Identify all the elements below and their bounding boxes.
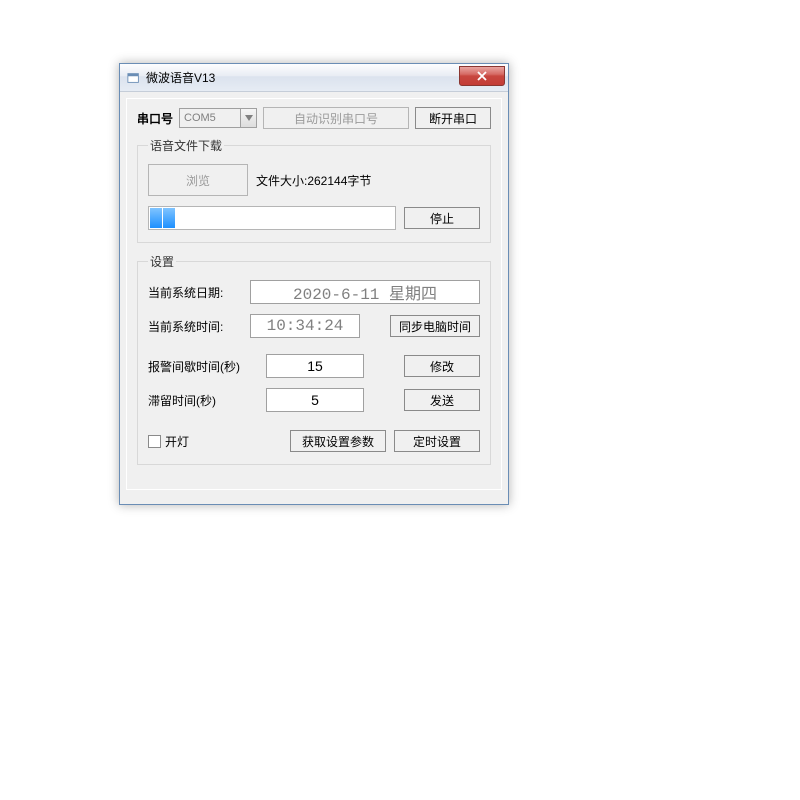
inner-panel: 串口号 COM5 自动识别串口号 断开串口 语音文件下载 浏览 文件大小:262… bbox=[126, 98, 502, 490]
settings-legend: 设置 bbox=[148, 253, 176, 270]
app-window: 微波语音V13 串口号 COM5 自动识别串口号 断开串口 语音文件下载 bbox=[119, 63, 509, 505]
modify-button[interactable]: 修改 bbox=[404, 355, 480, 377]
titlebar[interactable]: 微波语音V13 bbox=[120, 64, 508, 92]
chevron-down-icon bbox=[240, 109, 256, 127]
progress-chunk bbox=[150, 208, 162, 228]
download-progress bbox=[148, 206, 396, 230]
window-title: 微波语音V13 bbox=[146, 69, 215, 86]
browse-button: 浏览 bbox=[148, 164, 248, 196]
timer-settings-button[interactable]: 定时设置 bbox=[394, 430, 480, 452]
light-checkbox[interactable]: 开灯 bbox=[148, 433, 189, 450]
progress-chunk bbox=[163, 208, 175, 228]
send-button[interactable]: 发送 bbox=[404, 389, 480, 411]
serial-row: 串口号 COM5 自动识别串口号 断开串口 bbox=[137, 107, 491, 129]
serial-port-combo[interactable]: COM5 bbox=[179, 108, 257, 128]
get-params-button[interactable]: 获取设置参数 bbox=[290, 430, 386, 452]
sysdate-label: 当前系统日期: bbox=[148, 284, 242, 301]
stop-button[interactable]: 停止 bbox=[404, 207, 480, 229]
disconnect-button[interactable]: 断开串口 bbox=[415, 107, 491, 129]
app-icon bbox=[126, 70, 142, 86]
light-label: 开灯 bbox=[165, 433, 189, 450]
close-icon bbox=[477, 71, 487, 81]
alarm-interval-label: 报警间歇时间(秒) bbox=[148, 358, 258, 375]
sync-time-button[interactable]: 同步电脑时间 bbox=[390, 315, 480, 337]
download-legend: 语音文件下载 bbox=[148, 137, 224, 154]
serial-port-value: COM5 bbox=[184, 112, 216, 124]
sysdate-field[interactable]: 2020-6-11 星期四 bbox=[250, 280, 480, 304]
close-button[interactable] bbox=[459, 66, 505, 86]
systime-label: 当前系统时间: bbox=[148, 318, 242, 335]
dwell-label: 滞留时间(秒) bbox=[148, 392, 258, 409]
settings-group: 设置 当前系统日期: 2020-6-11 星期四 当前系统时间: 10:34:2… bbox=[137, 253, 491, 465]
serial-label: 串口号 bbox=[137, 110, 173, 127]
checkbox-box-icon bbox=[148, 435, 161, 448]
client-area: 串口号 COM5 自动识别串口号 断开串口 语音文件下载 浏览 文件大小:262… bbox=[120, 92, 508, 504]
filesize-label: 文件大小:262144字节 bbox=[256, 172, 371, 189]
alarm-interval-field[interactable]: 15 bbox=[266, 354, 364, 378]
systime-field[interactable]: 10:34:24 bbox=[250, 314, 360, 338]
dwell-field[interactable]: 5 bbox=[266, 388, 364, 412]
download-group: 语音文件下载 浏览 文件大小:262144字节 停止 bbox=[137, 137, 491, 243]
auto-detect-button: 自动识别串口号 bbox=[263, 107, 409, 129]
